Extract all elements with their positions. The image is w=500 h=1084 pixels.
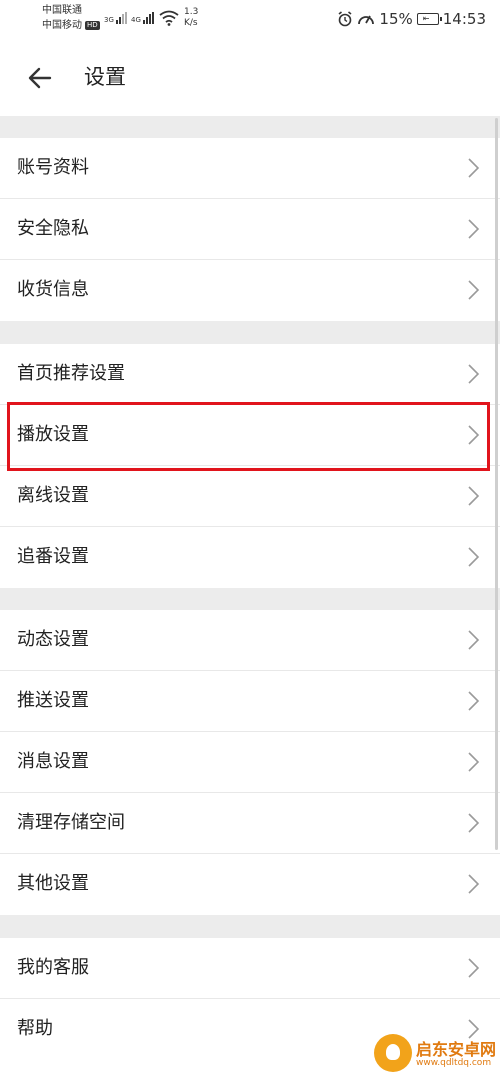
battery-percent: 15%: [379, 10, 413, 28]
settings-item-label: 首页推荐设置: [17, 363, 125, 384]
settings-item-customer-service[interactable]: 我的客服: [0, 938, 500, 999]
network-speed-value: 1.3: [184, 7, 199, 17]
settings-item-messages[interactable]: 消息设置: [0, 732, 500, 793]
clock-time: 14:53: [442, 10, 486, 28]
watermark-name: 启东安卓网: [416, 1040, 497, 1059]
watermark-logo-icon: [374, 1034, 412, 1072]
network-speed-unit: K/s: [184, 18, 198, 28]
settings-group-playback: 首页推荐设置 播放设置 离线设置 追番设置: [0, 344, 500, 588]
status-right: 15% ⇤ 14:53: [337, 10, 486, 28]
chevron-right-icon: [468, 630, 480, 650]
carrier-unicom: 中国联通: [42, 5, 82, 16]
chevron-right-icon: [468, 280, 480, 300]
gauge-icon: [358, 15, 375, 25]
chevron-right-icon: [468, 425, 480, 445]
carrier-mobile-label: 中国移动: [42, 20, 82, 31]
watermark-url: www.qdltdq.com: [416, 1058, 492, 1068]
page-title: 设置: [84, 65, 126, 89]
settings-item-home-recommend[interactable]: 首页推荐设置: [0, 344, 500, 405]
chevron-right-icon: [468, 874, 480, 894]
settings-item-label: 其他设置: [17, 873, 89, 894]
settings-item-label: 安全隐私: [17, 218, 89, 239]
settings-item-label: 推送设置: [17, 690, 89, 711]
settings-item-security-privacy[interactable]: 安全隐私: [0, 199, 500, 260]
status-bar: 中国联通 中国移动 HD 3G 4G 1.3 K/s 15% ⇤ 14:53: [0, 0, 500, 40]
chevron-right-icon: [468, 486, 480, 506]
chevron-right-icon: [468, 813, 480, 833]
settings-item-label: 消息设置: [17, 751, 89, 772]
settings-group-notifications: 动态设置 推送设置 消息设置 清理存储空间 其他设置: [0, 610, 500, 915]
battery-icon: ⇤: [416, 13, 442, 25]
scrollbar[interactable]: [495, 118, 498, 850]
settings-item-label: 追番设置: [17, 546, 89, 567]
settings-item-label: 动态设置: [17, 629, 89, 650]
carrier-mobile: 中国移动 HD: [42, 20, 100, 32]
settings-item-label: 我的客服: [17, 957, 89, 978]
settings-item-label: 离线设置: [17, 485, 89, 506]
settings-item-push[interactable]: 推送设置: [0, 671, 500, 732]
signal-2-icon: 4G: [131, 12, 154, 24]
signal-2-type: 4G: [131, 16, 141, 24]
settings-item-label: 帮助: [17, 1018, 53, 1039]
settings-item-shipping-info[interactable]: 收货信息: [0, 260, 500, 321]
title-bar: 设置: [0, 40, 500, 116]
settings-item-account-profile[interactable]: 账号资料: [0, 138, 500, 199]
signal-1-icon: 3G: [104, 12, 127, 24]
chevron-right-icon: [468, 219, 480, 239]
network-speed: 1.3 K/s: [184, 7, 198, 29]
settings-item-label: 清理存储空间: [17, 812, 125, 833]
chevron-right-icon: [468, 547, 480, 567]
settings-group-account: 账号资料 安全隐私 收货信息: [0, 138, 500, 321]
settings-item-label: 收货信息: [17, 279, 89, 300]
chevron-right-icon: [468, 691, 480, 711]
settings-item-playback[interactable]: 播放设置: [0, 405, 500, 466]
chevron-right-icon: [468, 364, 480, 384]
watermark: 启东安卓网 www.qdltdq.com: [370, 1032, 496, 1078]
settings-item-bangumi-follow[interactable]: 追番设置: [0, 527, 500, 588]
chevron-right-icon: [468, 158, 480, 178]
settings-item-clear-storage[interactable]: 清理存储空间: [0, 793, 500, 854]
hd-badge: HD: [85, 21, 100, 30]
settings-item-offline[interactable]: 离线设置: [0, 466, 500, 527]
settings-item-dynamic[interactable]: 动态设置: [0, 610, 500, 671]
signal-1-type: 3G: [104, 16, 114, 24]
chevron-right-icon: [468, 752, 480, 772]
wifi-icon: [159, 10, 179, 26]
settings-item-other[interactable]: 其他设置: [0, 854, 500, 915]
back-arrow-icon[interactable]: [26, 64, 54, 92]
settings-item-label: 播放设置: [17, 424, 89, 445]
settings-item-label: 账号资料: [17, 157, 89, 178]
chevron-right-icon: [468, 958, 480, 978]
alarm-icon: [338, 11, 352, 27]
